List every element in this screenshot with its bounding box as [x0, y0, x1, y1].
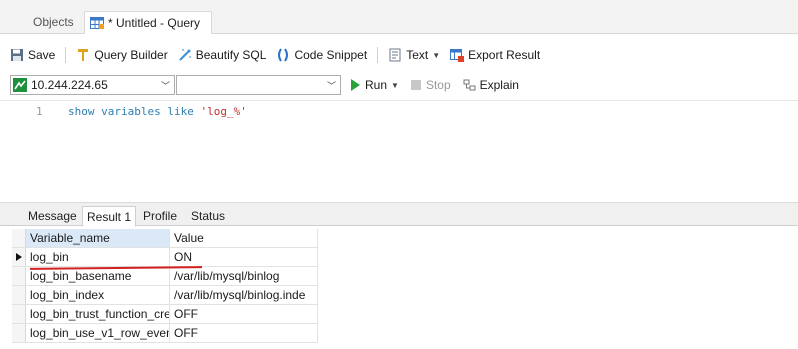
run-label: Run — [365, 78, 388, 92]
table-row[interactable]: log_bin_index /var/lib/mysql/binlog.inde — [12, 286, 318, 305]
row-selector[interactable] — [12, 248, 26, 266]
sql-editor[interactable]: 1 show variables like 'log_%' — [0, 100, 798, 202]
export-result-label: Export Result — [468, 48, 541, 62]
tab-query-label: * Untitled - Query — [108, 16, 201, 30]
query-builder-icon — [78, 49, 89, 61]
tab-profile[interactable]: Profile — [139, 206, 181, 227]
row-selector[interactable] — [12, 305, 26, 323]
explain-label: Explain — [479, 78, 519, 92]
grid-header-row: Variable_name Value — [12, 229, 318, 248]
table-row[interactable]: log_bin_trust_function_cre OFF — [12, 305, 318, 324]
save-label: Save — [28, 48, 56, 62]
beautify-sql-button[interactable]: Beautify SQL — [178, 44, 267, 66]
cell-value[interactable]: OFF — [170, 305, 318, 323]
tab-status[interactable]: Status — [187, 206, 229, 227]
row-selector[interactable] — [12, 286, 26, 304]
tab-result-1[interactable]: Result 1 — [82, 206, 137, 227]
sql-string-literal: 'log_%' — [200, 105, 247, 118]
explain-icon — [463, 79, 476, 90]
tab-objects[interactable]: Objects — [25, 11, 83, 34]
column-header-value[interactable]: Value — [170, 229, 318, 247]
cell-variable-name[interactable]: log_bin_trust_function_cre — [26, 305, 170, 323]
chevron-down-icon: ▼ — [391, 80, 399, 90]
sql-keywords: show variables like — [68, 105, 201, 118]
query-table-icon — [90, 17, 104, 29]
save-button[interactable]: Save — [10, 44, 55, 66]
connection-select[interactable]: 10.244.224.65 ﹀ — [10, 75, 175, 95]
cell-value[interactable]: ON — [170, 248, 318, 266]
table-row[interactable]: log_bin_use_v1_row_event OFF — [12, 324, 318, 343]
column-header-variable-name[interactable]: Variable_name — [26, 229, 170, 247]
table-row[interactable]: log_bin ON — [12, 248, 318, 267]
row-selector[interactable] — [12, 267, 26, 285]
query-builder-button[interactable]: Query Builder — [76, 44, 168, 66]
explain-button[interactable]: Explain — [463, 78, 519, 92]
line-number: 1 — [36, 105, 43, 118]
toolbar-divider — [377, 47, 379, 63]
magic-wand-icon — [179, 49, 191, 61]
parentheses-icon — [278, 48, 289, 62]
save-icon — [11, 49, 23, 61]
chevron-down-icon: ﹀ — [326, 81, 336, 91]
sql-code-line: show variables like 'log_%' — [68, 105, 247, 118]
stop-icon — [410, 80, 421, 90]
connection-host: 10.244.224.65 — [31, 78, 108, 92]
code-snippet-button[interactable]: Code Snippet — [276, 44, 367, 66]
database-select[interactable]: ﹀ — [176, 75, 341, 95]
chevron-down-icon: ﹀ — [160, 81, 170, 91]
stop-label: Stop — [425, 78, 451, 92]
export-result-button[interactable]: Export Result — [450, 44, 540, 66]
cell-value[interactable]: OFF — [170, 324, 318, 342]
query-builder-label: Query Builder — [94, 48, 168, 62]
connection-bar: 10.244.224.65 ﹀ ﹀ Run ▼ Stop Explain — [0, 72, 798, 98]
document-tab-bar: Objects * Untitled - Query — [0, 0, 798, 34]
current-row-pointer-icon — [16, 253, 22, 261]
cell-variable-name[interactable]: log_bin — [26, 248, 170, 266]
table-row[interactable]: log_bin_basename /var/lib/mysql/binlog — [12, 267, 318, 286]
cell-value[interactable]: /var/lib/mysql/binlog — [170, 267, 318, 285]
chevron-down-icon: ▼ — [432, 50, 441, 60]
export-table-icon — [450, 49, 465, 62]
mysql-connection-icon — [13, 78, 27, 92]
cell-variable-name[interactable]: log_bin_index — [26, 286, 170, 304]
row-header-corner — [12, 229, 26, 247]
row-selector[interactable] — [12, 324, 26, 342]
stop-button[interactable]: Stop — [410, 78, 451, 92]
text-mode-label: Text — [406, 48, 429, 62]
run-button[interactable]: Run ▼ — [351, 78, 399, 92]
result-grid[interactable]: Variable_name Value log_bin ON log_bin_b… — [12, 229, 318, 343]
cell-variable-name[interactable]: log_bin_use_v1_row_event — [26, 324, 170, 342]
text-document-icon — [389, 48, 401, 62]
query-toolbar: Save Query Builder Beautify SQL Code Sni… — [0, 42, 798, 68]
play-icon — [351, 79, 360, 91]
code-snippet-label: Code Snippet — [294, 48, 368, 62]
tab-message[interactable]: Message — [24, 206, 81, 227]
tab-untitled-query[interactable]: * Untitled - Query — [84, 11, 212, 34]
cell-value[interactable]: /var/lib/mysql/binlog.inde — [170, 286, 318, 304]
text-mode-dropdown[interactable]: Text ▼ — [388, 44, 440, 66]
toolbar-divider — [65, 47, 67, 63]
result-tab-bar: Message Result 1 Profile Status — [0, 202, 798, 227]
beautify-sql-label: Beautify SQL — [195, 48, 267, 62]
